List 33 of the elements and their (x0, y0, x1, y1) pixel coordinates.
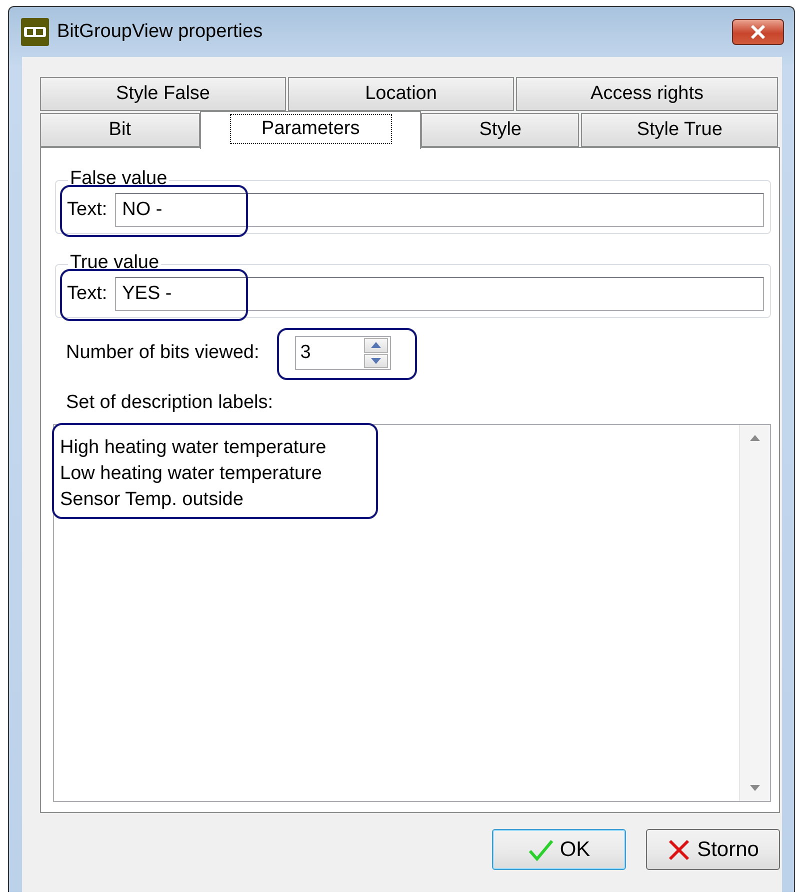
ok-button[interactable]: OK (492, 829, 626, 870)
tab[interactable]: Style False (40, 77, 286, 111)
close-button[interactable] (732, 19, 784, 45)
text-field[interactable]: YES - (115, 277, 764, 311)
up-arrow-icon (371, 342, 382, 348)
down-arrow-icon (750, 785, 760, 791)
checkmark-icon (528, 838, 554, 862)
spin-up-button[interactable] (364, 338, 388, 352)
text-line: Low heating water temperature (60, 462, 322, 486)
text-field[interactable]: NO - (115, 193, 764, 227)
spin-down-button[interactable] (364, 354, 388, 368)
field-label: Number of bits viewed: (65, 342, 260, 364)
app-logo-icon (21, 18, 49, 46)
cross-icon (667, 838, 692, 862)
up-arrow-icon (750, 435, 760, 441)
text-line: Sensor Temp. outside (60, 488, 244, 512)
tab[interactable]: Style (421, 113, 580, 147)
text-line: High heating water temperature (60, 436, 326, 460)
tab[interactable]: Parameters (200, 111, 422, 149)
tab[interactable]: Bit (40, 113, 200, 147)
window-title: BitGroupView properties (57, 21, 264, 43)
close-icon (750, 25, 766, 39)
scrollbar[interactable] (739, 425, 770, 801)
text-area[interactable]: High heating water temperature Low heating water temperature Sensor Temp. outside (53, 424, 771, 802)
number-spinner[interactable]: 3 (295, 336, 392, 370)
field-label: Text: (66, 283, 108, 305)
cancel-button[interactable]: Storno (646, 829, 780, 870)
tab[interactable]: Access rights (516, 77, 778, 111)
field-label: Text: (66, 199, 108, 221)
down-arrow-icon (371, 358, 382, 364)
field-label: Set of description labels: (65, 392, 274, 414)
tab[interactable]: Style True (581, 113, 778, 147)
tab[interactable]: Location (288, 77, 514, 111)
